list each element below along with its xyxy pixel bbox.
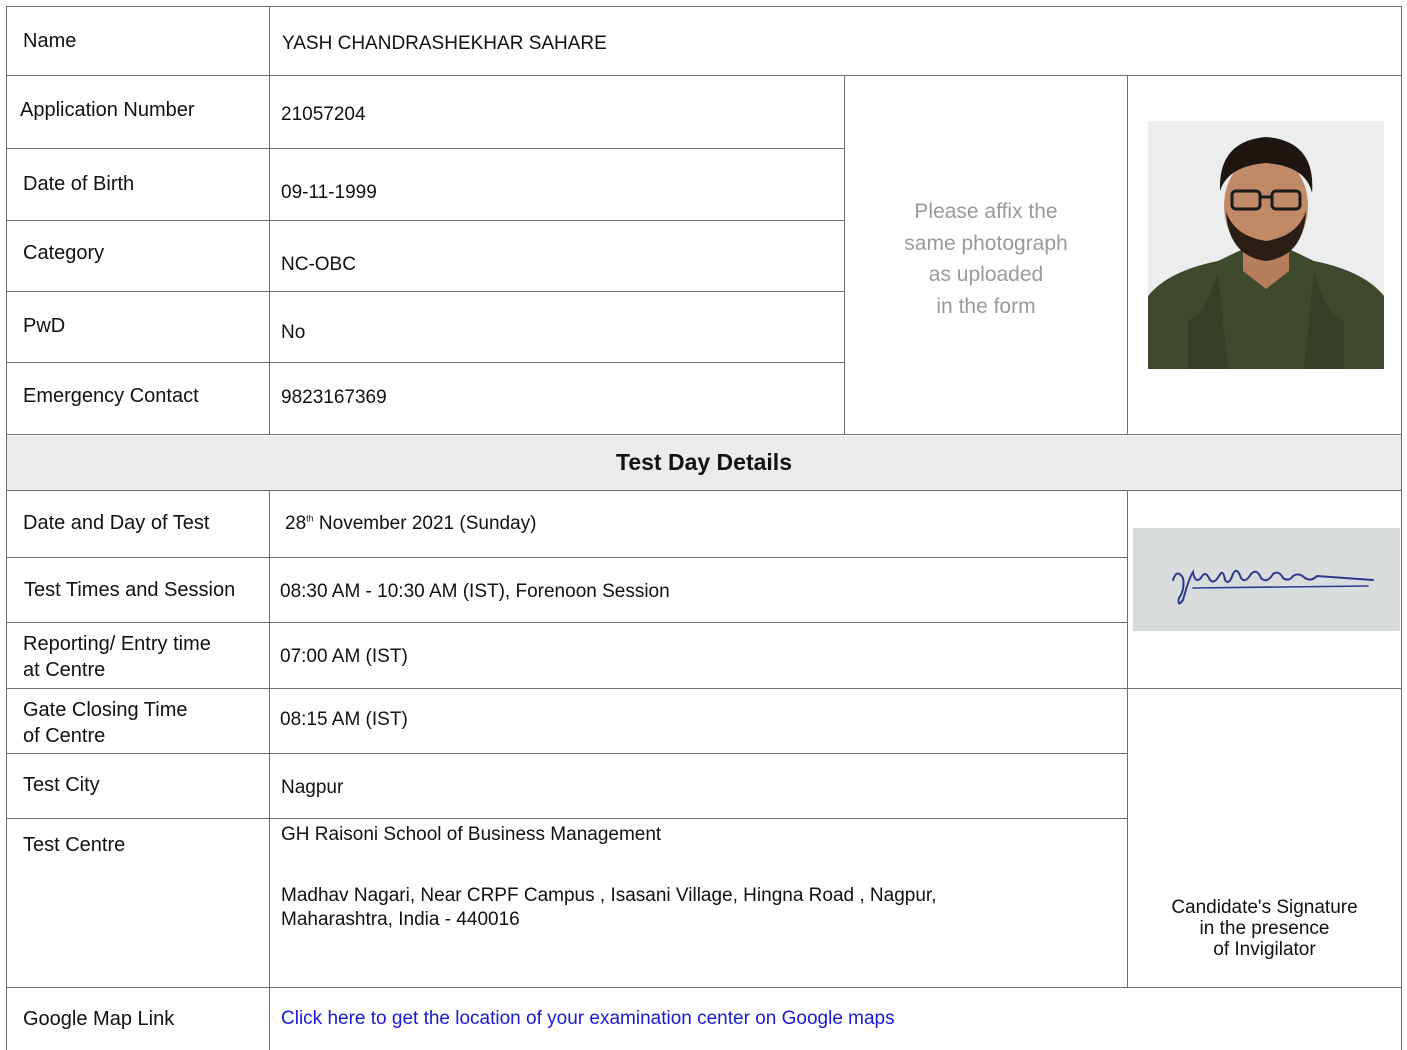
category-value: NC-OBC xyxy=(281,254,356,275)
divider xyxy=(6,490,1402,491)
admit-card: Name YASH CHANDRASHEKHAR SAHARE Applicat… xyxy=(0,0,1407,1050)
divider xyxy=(6,6,7,1050)
divider xyxy=(6,6,1402,7)
divider xyxy=(269,490,270,1050)
photo-instruction-line: Please affix the xyxy=(914,200,1058,223)
test-centre-address-line: Maharashtra, India - 440016 xyxy=(281,909,520,930)
test-day-heading: Test Day Details xyxy=(616,449,792,475)
divider xyxy=(6,362,844,363)
signature-caption: Candidate's Signature in the presence of… xyxy=(1127,897,1402,960)
divider xyxy=(6,291,844,292)
signature-caption-line: of Invigilator xyxy=(1213,939,1316,960)
divider xyxy=(6,148,844,149)
reporting-time-label-line: at Centre xyxy=(23,659,106,681)
divider xyxy=(269,6,270,434)
candidate-signature-image xyxy=(1133,528,1400,631)
divider xyxy=(1127,75,1128,434)
candidate-photo xyxy=(1148,121,1384,369)
test-centre-label: Test Centre xyxy=(23,834,126,856)
google-map-label: Google Map Link xyxy=(23,1008,175,1030)
gate-closing-value: 08:15 AM (IST) xyxy=(280,709,408,730)
reporting-time-label: Reporting/ Entry time at Centre xyxy=(23,631,211,683)
signature-caption-line: in the presence xyxy=(1199,918,1330,939)
test-date-suffix: th xyxy=(306,513,314,524)
test-date-day: 28 xyxy=(285,513,307,534)
divider xyxy=(6,753,1127,754)
reporting-time-label-line: Reporting/ Entry time xyxy=(23,633,211,655)
test-times-label: Test Times and Session xyxy=(24,579,236,601)
test-times-value: 08:30 AM - 10:30 AM (IST), Forenoon Sess… xyxy=(280,581,670,602)
test-centre-address: Madhav Nagari, Near CRPF Campus , Isasan… xyxy=(281,884,936,932)
emergency-contact-label: Emergency Contact xyxy=(23,385,199,407)
test-date-rest: November 2021 (Sunday) xyxy=(313,513,537,534)
divider xyxy=(6,688,1402,689)
divider xyxy=(6,220,844,221)
divider xyxy=(6,622,1127,623)
test-centre-name: GH Raisoni School of Business Management xyxy=(281,824,662,845)
name-value: YASH CHANDRASHEKHAR SAHARE xyxy=(282,33,607,54)
application-number-value: 21057204 xyxy=(281,104,366,125)
divider xyxy=(6,557,1127,558)
gate-closing-label-line: Gate Closing Time xyxy=(23,699,188,721)
photo-instruction-line: same photograph xyxy=(904,231,1068,255)
gate-closing-label-line: of Centre xyxy=(23,725,106,747)
test-date-label: Date and Day of Test xyxy=(23,512,210,534)
dob-label: Date of Birth xyxy=(23,173,135,195)
test-city-label: Test City xyxy=(23,774,100,796)
emergency-contact-value: 9823167369 xyxy=(281,387,387,408)
photo-instruction: Please affix the same photograph as uplo… xyxy=(845,196,1127,322)
dob-value: 09-11-1999 xyxy=(281,182,377,203)
photo-instruction-line: in the form xyxy=(936,294,1036,318)
signature-caption-line: Candidate's Signature xyxy=(1171,897,1358,918)
divider xyxy=(6,818,1127,819)
test-centre-address-line: Madhav Nagari, Near CRPF Campus , Isasan… xyxy=(281,885,937,906)
name-label: Name xyxy=(23,30,77,52)
pwd-label: PwD xyxy=(23,315,66,337)
divider xyxy=(6,434,1402,435)
reporting-time-value: 07:00 AM (IST) xyxy=(280,646,408,667)
gate-closing-label: Gate Closing Time of Centre xyxy=(23,697,188,749)
category-label: Category xyxy=(23,242,105,264)
divider xyxy=(6,75,1402,76)
test-date-value: 28th November 2021 (Sunday) xyxy=(285,512,537,536)
divider xyxy=(6,987,1402,988)
pwd-value: No xyxy=(281,322,306,343)
photo-instruction-line: as uploaded xyxy=(928,263,1044,286)
google-map-link[interactable]: Click here to get the location of your e… xyxy=(281,1007,895,1031)
divider xyxy=(1401,6,1402,1050)
candidate-photo-image xyxy=(1148,121,1384,369)
application-number-label: Application Number xyxy=(20,99,195,121)
signature-stroke-graphic xyxy=(1172,569,1374,605)
test-city-value: Nagpur xyxy=(281,777,344,798)
